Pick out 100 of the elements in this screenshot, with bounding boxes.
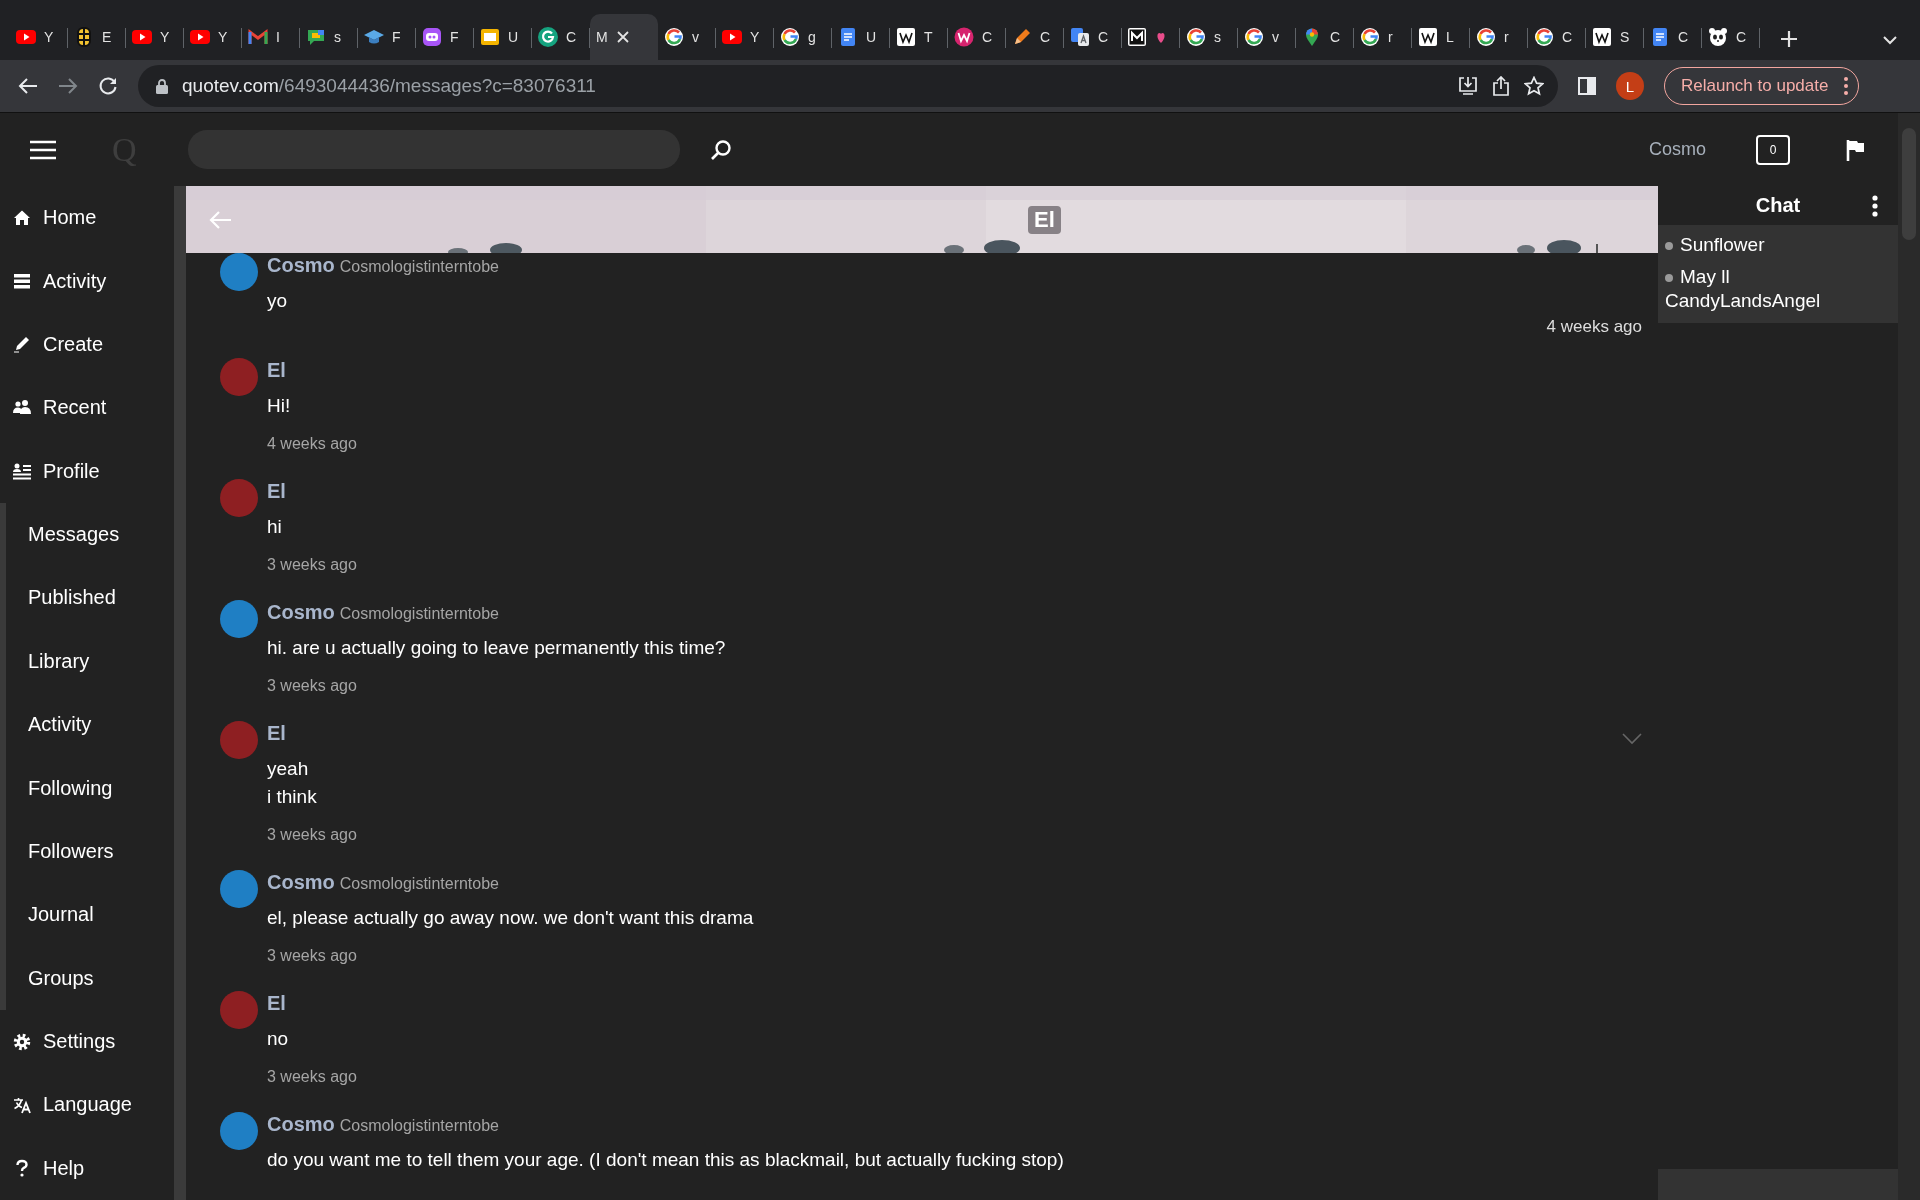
author-handle: Cosmologistinterntobe [339, 1116, 499, 1136]
avatar[interactable] [220, 600, 258, 638]
username-link[interactable]: Cosmo [1649, 139, 1706, 160]
reload-icon[interactable] [98, 76, 118, 96]
chat-contact[interactable]: May ll CandyLandsAngel [1658, 261, 1878, 317]
color-ring-icon [1534, 27, 1554, 47]
browser-tab[interactable]: v [658, 14, 716, 60]
lock-icon [156, 78, 168, 94]
document-icon [1650, 27, 1670, 47]
avatar[interactable] [220, 1112, 258, 1150]
robot-icon [422, 27, 442, 47]
author-name[interactable]: El [267, 721, 286, 745]
translate-icon [1070, 27, 1090, 47]
help-icon [13, 1159, 31, 1178]
browser-tab[interactable]: F [416, 14, 474, 60]
slides-icon [480, 27, 500, 47]
address-bar[interactable]: quotev.com/6493044436/messages?c=83076311 [138, 65, 1558, 107]
sidebar-item[interactable]: Profile [0, 439, 174, 503]
author-name[interactable]: El [267, 991, 286, 1015]
author-name[interactable]: Cosmo [267, 600, 335, 624]
sidebar-item[interactable]: Help [0, 1136, 174, 1200]
square-logo-icon [1128, 27, 1148, 47]
color-ring-icon [1360, 27, 1380, 47]
browser-tab[interactable]: C [1064, 14, 1122, 60]
browser-tab[interactable]: s [1180, 14, 1238, 60]
browser-tab[interactable]: C [1296, 14, 1354, 60]
sidebar-item[interactable]: Create [0, 312, 174, 377]
author-name[interactable]: Cosmo [267, 1112, 335, 1136]
browser-tab[interactable]: E [68, 14, 126, 60]
browser-tab[interactable]: r [1354, 14, 1412, 60]
browser-tab[interactable]: Y [10, 14, 68, 60]
star-icon[interactable] [1524, 76, 1544, 96]
color-ring-icon [1244, 27, 1264, 47]
author-handle: Cosmologistinterntobe [339, 874, 499, 894]
install-icon[interactable] [1458, 76, 1478, 96]
browser-tab[interactable]: T [890, 14, 948, 60]
chat-contact[interactable]: Sunflower [1658, 229, 1878, 261]
browser-tab[interactable]: v [1238, 14, 1296, 60]
profile-avatar[interactable]: L [1616, 72, 1644, 100]
browser-tab[interactable]: F [358, 14, 416, 60]
more-icon[interactable] [1872, 195, 1878, 217]
share-icon[interactable] [1492, 76, 1510, 96]
circle-logo-icon [538, 27, 558, 47]
browser-tab[interactable]: U [474, 14, 532, 60]
pencil-icon [13, 335, 31, 354]
author-name[interactable]: El [267, 358, 286, 382]
browser-tab[interactable]: Y [126, 14, 184, 60]
flag-icon[interactable] [1846, 138, 1864, 161]
browser-tab[interactable]: C [532, 14, 590, 60]
browser-tab[interactable]: s [300, 14, 358, 60]
sidebar-item[interactable]: Home [0, 186, 174, 250]
menu-icon[interactable] [30, 139, 56, 160]
browser-tab[interactable]: r [1470, 14, 1528, 60]
bullet-icon [1665, 274, 1673, 282]
browser-tab[interactable]: Y [184, 14, 242, 60]
author-name[interactable]: El [267, 479, 286, 503]
browser-tab[interactable]: C [1006, 14, 1064, 60]
more-icon[interactable] [1844, 77, 1849, 95]
search-icon[interactable] [710, 138, 732, 161]
sidebar-item[interactable]: Recent [0, 376, 174, 440]
message-text: yeah i think [267, 757, 318, 809]
browser-tab[interactable]: Y [716, 14, 774, 60]
new-tab-icon[interactable] [1780, 30, 1798, 48]
translate-icon [13, 1095, 31, 1114]
message-time: 4 weeks ago [1546, 316, 1642, 338]
play-icon [132, 27, 152, 47]
browser-tab[interactable]: I [242, 14, 300, 60]
browser-tab[interactable]: C [1528, 14, 1586, 60]
browser-tab[interactable]: C [948, 14, 1006, 60]
stack-icon [74, 27, 94, 47]
sidebar-item[interactable]: Activity [0, 249, 174, 313]
avatar[interactable] [220, 253, 258, 291]
back-icon[interactable] [18, 77, 38, 95]
message-text: no [267, 1027, 290, 1051]
message-time: 3 weeks ago [267, 555, 357, 575]
browser-tab[interactable]: g [774, 14, 832, 60]
browser-tab[interactable]: M [590, 14, 658, 60]
color-ring-icon [1186, 27, 1206, 47]
author-name[interactable]: Cosmo [267, 253, 335, 277]
browser-tab[interactable]: U [832, 14, 890, 60]
avatar[interactable] [220, 870, 258, 908]
browser-tab[interactable]: C [1644, 14, 1702, 60]
forward-icon[interactable] [58, 77, 78, 95]
notification-button[interactable]: 0 [1756, 134, 1790, 165]
conversation-title: El [1028, 205, 1061, 234]
bullet-icon [1665, 242, 1673, 250]
message-time: 4 weeks ago [267, 434, 357, 454]
author-handle: Cosmologistinterntobe [339, 257, 499, 277]
color-ring-icon [1476, 27, 1496, 47]
browser-tab[interactable]: C [1702, 14, 1760, 60]
sidebar-item[interactable]: Settings [0, 1009, 174, 1074]
square-tile-icon [1418, 27, 1438, 47]
message-time: 3 weeks ago [267, 946, 357, 966]
side-panel-icon[interactable] [1578, 77, 1596, 95]
browser-tab[interactable]: L [1412, 14, 1470, 60]
list-icon [13, 272, 31, 291]
sidebar-item[interactable]: Language [0, 1073, 174, 1137]
browser-tab[interactable]: S [1586, 14, 1644, 60]
close-icon[interactable] [615, 30, 630, 44]
author-name[interactable]: Cosmo [267, 870, 335, 894]
